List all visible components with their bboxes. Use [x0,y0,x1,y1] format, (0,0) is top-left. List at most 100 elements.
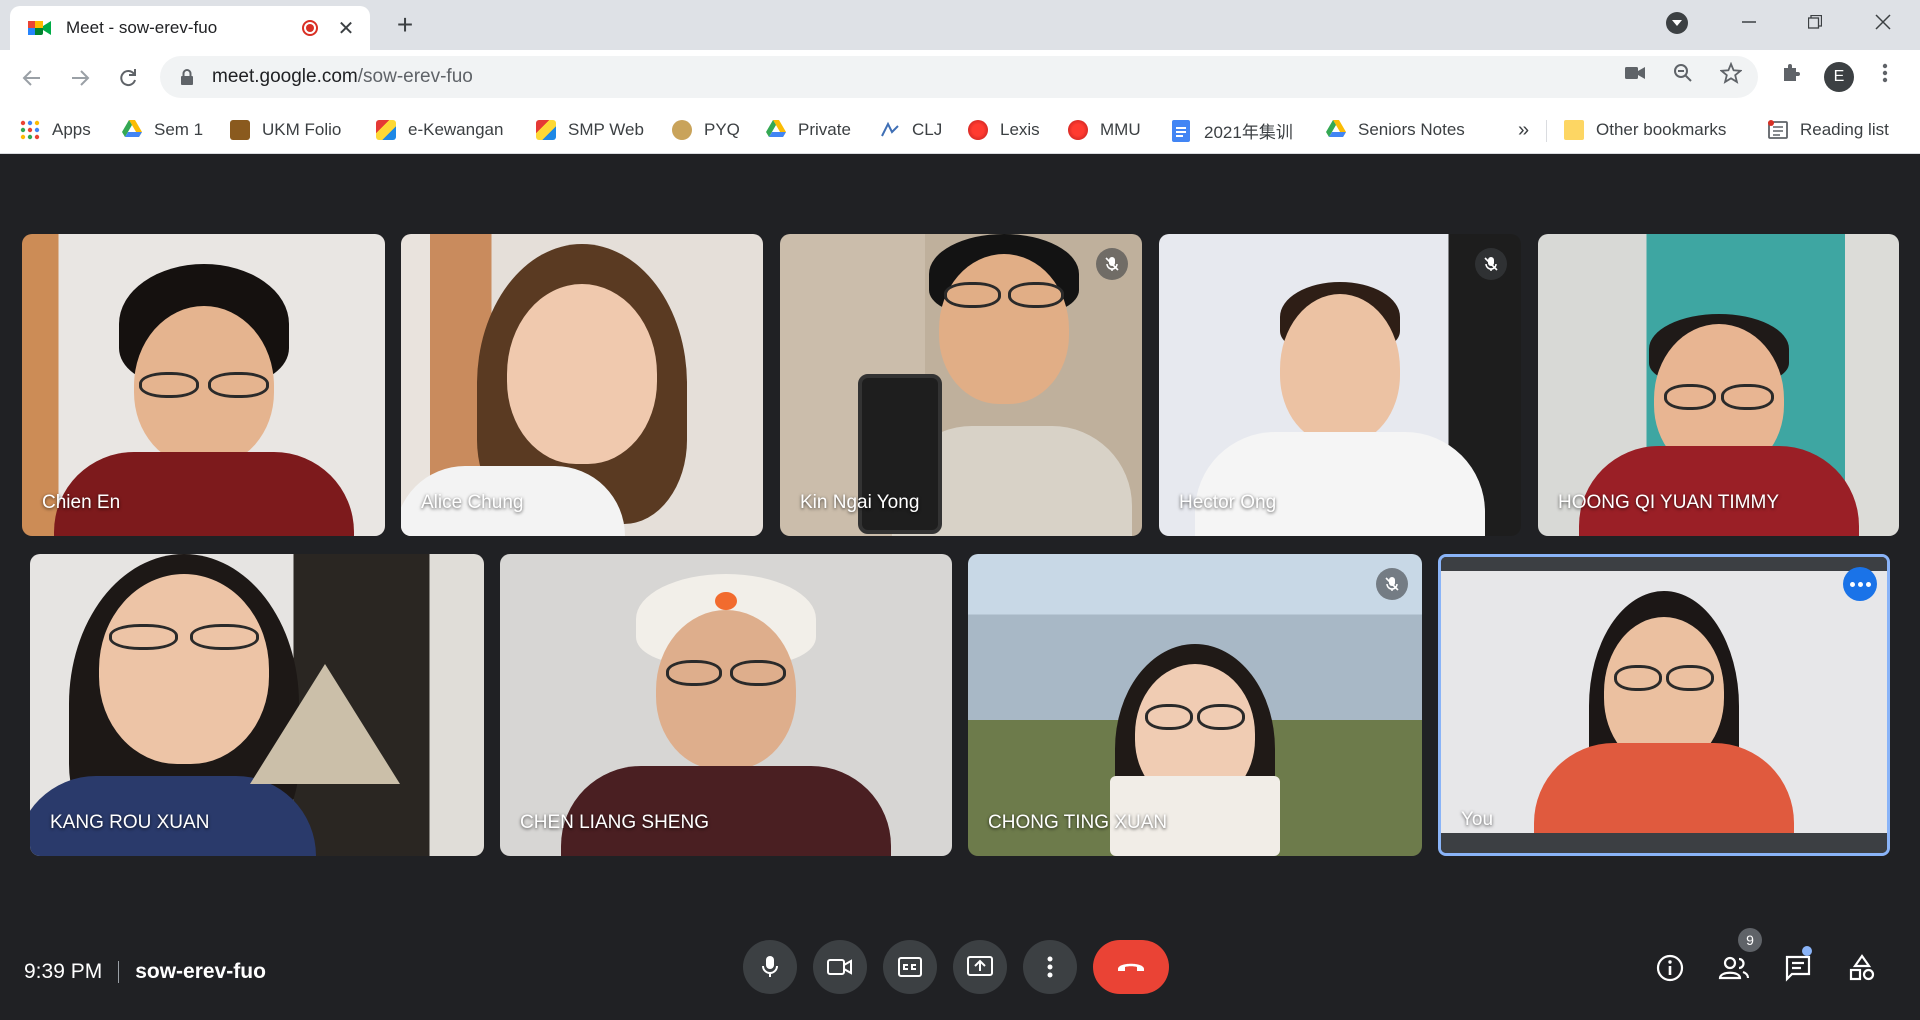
reading-list[interactable]: Reading list [1768,114,1889,146]
bookmark-label: SMP Web [568,120,644,139]
camera-button[interactable] [813,940,867,994]
people-count-badge: 9 [1738,928,1762,952]
bookmarks-overflow-button[interactable]: » [1518,114,1529,146]
bookmark-e-kewangan[interactable]: e-Kewangan [376,114,503,146]
bookmarks-bar: Apps Sem 1 UKM Folio e-Kewangan SMP Web … [0,106,1920,154]
present-button[interactable] [953,940,1007,994]
chat-unread-dot [1802,946,1812,956]
bookmark-clj[interactable]: CLJ [880,114,942,146]
tab-search-button[interactable] [1666,12,1688,34]
person-body [561,766,891,856]
participant-name: CHEN LIANG SHENG [520,812,709,833]
bookmark-label: Seniors Notes [1358,120,1465,139]
bookmark-ukm-folio[interactable]: UKM Folio [230,114,341,146]
leave-call-button[interactable] [1093,940,1169,994]
tab-title: Meet - sow-erev-fuo [66,18,218,37]
camera-in-use-icon[interactable] [1624,62,1646,84]
bookmark-label: PYQ [704,120,740,139]
camera-icon [827,959,852,975]
people-button[interactable] [1714,948,1754,988]
meeting-details-button[interactable] [1650,948,1690,988]
tab-strip: Meet - sow-erev-fuo ✕ + [0,0,1920,50]
minimize-button[interactable] [1716,0,1782,44]
google-drive-icon [1326,120,1346,140]
browser-tab[interactable]: Meet - sow-erev-fuo ✕ [10,6,370,50]
google-drive-icon [766,120,786,140]
profile-avatar[interactable]: E [1824,62,1854,92]
meeting-clock: 9:39 PM [24,960,103,983]
glasses [138,372,269,398]
participant-tile[interactable]: Alice Chung [401,234,763,536]
self-view-tile[interactable]: You [1438,554,1890,856]
participant-tile[interactable]: HOONG QI YUAN TIMMY [1538,234,1899,536]
bookmark-label: CLJ [912,120,943,139]
bookmark-sem-1[interactable]: Sem 1 [122,114,203,146]
meeting-code: sow-erev-fuo [135,960,266,983]
glasses [666,660,786,686]
bookmark-label: 2021年集训 [1204,122,1293,142]
new-tab-button[interactable]: + [390,10,420,40]
captions-icon [898,957,922,977]
address-bar[interactable]: meet.google.com/sow-erev-fuo [160,56,1758,98]
close-window-button[interactable] [1850,0,1916,44]
person-face [1280,294,1400,444]
glasses [109,624,260,650]
activities-button[interactable] [1842,948,1882,988]
meeting-stage: Chien En Alice Chung Kin Ngai Yong Hecto… [0,154,1920,1020]
bookmark-label: Lexis [1000,120,1040,139]
browser-toolbar: meet.google.com/sow-erev-fuo E [0,50,1920,106]
bookmark-label: Private [798,120,851,139]
participant-tile[interactable]: KANG ROU XUAN [30,554,484,856]
orange-nose [715,592,737,610]
participant-tile[interactable]: CHEN LIANG SHENG [500,554,952,856]
google-drive-icon [122,120,142,140]
participant-tile[interactable]: Kin Ngai Yong [780,234,1142,536]
participant-tile[interactable]: Hector Ong [1159,234,1521,536]
reload-button[interactable] [114,64,142,92]
captions-button[interactable] [883,940,937,994]
lock-icon [180,69,194,85]
bookmark-private[interactable]: Private [766,114,851,146]
participant-tile[interactable]: CHONG TING XUAN [968,554,1422,856]
bookmark-mmu[interactable]: MMU [1068,114,1141,146]
bookmark-smp-web[interactable]: SMP Web [536,114,644,146]
more-options-button[interactable] [1023,940,1077,994]
activities-icon [1849,954,1875,981]
back-button[interactable] [18,64,46,92]
google-meet-icon [28,19,52,37]
bookmark-label: UKM Folio [262,120,342,139]
person-face [99,574,270,764]
bookmark-label: MMU [1100,120,1141,139]
bookmark-label: Other bookmarks [1596,120,1727,139]
chat-button[interactable] [1778,948,1818,988]
glasses [944,282,1065,308]
muted-mic-icon [1096,248,1128,280]
browser-menu-icon[interactable] [1874,62,1896,84]
person-face [939,254,1070,404]
person-face [656,610,796,770]
participant-name: Kin Ngai Yong [800,492,920,513]
bookmark-star-icon[interactable] [1720,62,1742,84]
participant-name: KANG ROU XUAN [50,812,210,833]
bookmark-2021[interactable]: 2021年集训 [1172,114,1293,146]
bookmark-apps[interactable]: Apps [20,114,91,146]
microphone-button[interactable] [743,940,797,994]
more-options-icon[interactable] [1843,567,1877,601]
apps-grid-icon [20,120,40,140]
bookmark-pyq[interactable]: PYQ [672,114,740,146]
other-bookmarks[interactable]: Other bookmarks [1564,114,1726,146]
zoom-icon[interactable] [1672,62,1694,84]
close-tab-icon[interactable]: ✕ [336,16,356,41]
forward-button[interactable] [66,64,94,92]
info-divider [118,961,120,983]
restore-button[interactable] [1782,0,1848,44]
participant-tile[interactable]: Chien En [22,234,385,536]
meeting-info: 9:39 PM sow-erev-fuo [24,954,266,990]
bookmark-seniors-notes[interactable]: Seniors Notes [1326,114,1465,146]
clj-icon [880,120,900,140]
participant-name: HOONG QI YUAN TIMMY [1558,492,1779,513]
extensions-icon[interactable] [1780,62,1802,84]
end-call-icon [1118,963,1144,971]
bookmark-lexis[interactable]: Lexis [968,114,1040,146]
chat-icon [1785,955,1811,982]
